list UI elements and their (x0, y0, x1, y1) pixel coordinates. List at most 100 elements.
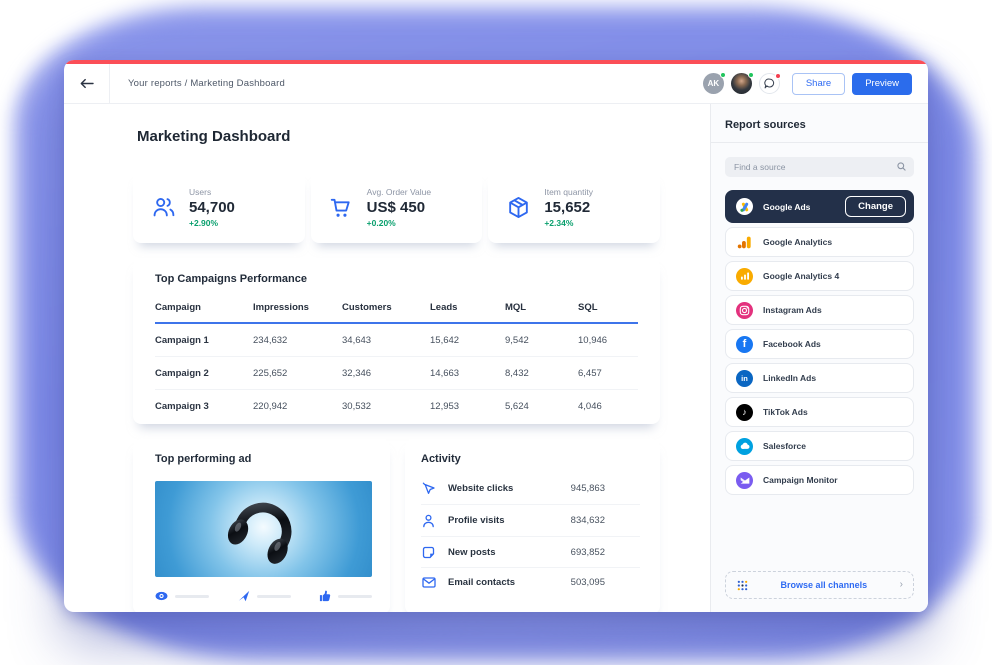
activity-label: New posts (448, 547, 496, 558)
views-metric[interactable] (155, 591, 209, 601)
cell-mql: 5,624 (505, 401, 578, 412)
campaigns-table-title: Top Campaigns Performance (155, 273, 638, 285)
source-salesforce[interactable]: Salesforce (725, 431, 914, 461)
activity-row[interactable]: Email contacts 503,095 (421, 568, 640, 596)
metric-bar (338, 595, 372, 598)
activity-label: Email contacts (448, 577, 515, 588)
search-input[interactable] (725, 157, 914, 177)
clicks-metric[interactable] (238, 590, 291, 602)
facebook-icon: f (736, 336, 753, 353)
app-window: Your reports / Marketing Dashboard AK Sh… (64, 60, 928, 612)
metric-bar (175, 595, 209, 598)
column-header[interactable]: SQL (578, 302, 638, 313)
chevron-right-icon: › (900, 580, 903, 590)
browse-all-channels-button[interactable]: Browse all channels › (725, 571, 914, 599)
stat-value: 54,700 (189, 199, 235, 216)
source-google-ads[interactable]: Google Ads Change (725, 190, 914, 223)
source-label: Google Analytics (763, 237, 832, 247)
table-row[interactable]: Campaign 3 220,942 30,532 12,953 5,624 4… (155, 390, 638, 422)
stat-card-item-quantity[interactable]: Item quantity 15,652 +2.34% (488, 171, 660, 243)
page-title: Marketing Dashboard (137, 128, 660, 145)
source-tiktok-ads[interactable]: ♪ TikTok Ads (725, 397, 914, 427)
activity-row[interactable]: Profile visits 834,632 (421, 505, 640, 537)
activity-value: 945,863 (571, 483, 605, 494)
sidebar-spacer (725, 495, 914, 571)
avatar-ak[interactable]: AK (703, 73, 724, 94)
person-icon (421, 514, 436, 528)
activity-row[interactable]: Website clicks 945,863 (421, 473, 640, 505)
source-instagram-ads[interactable]: Instagram Ads (725, 295, 914, 325)
column-header[interactable]: Campaign (155, 302, 253, 313)
notification-dot (775, 73, 781, 79)
source-campaign-monitor[interactable]: Campaign Monitor (725, 465, 914, 495)
cell-campaign: Campaign 3 (155, 401, 253, 412)
stat-change: +0.20% (367, 218, 431, 228)
source-label: Instagram Ads (763, 305, 822, 315)
activity-label: Website clicks (448, 483, 513, 494)
change-source-button[interactable]: Change (845, 196, 906, 217)
campaign-monitor-icon (736, 472, 753, 489)
source-label: TikTok Ads (763, 407, 808, 417)
table-row[interactable]: Campaign 1 234,632 34,643 15,642 9,542 1… (155, 324, 638, 357)
send-icon (238, 590, 250, 602)
comments-button[interactable] (759, 73, 780, 94)
cell-campaign: Campaign 2 (155, 368, 253, 379)
apps-grid-icon (737, 580, 748, 591)
cell-sql: 4,046 (578, 401, 638, 412)
source-label: Google Ads (763, 202, 810, 212)
report-canvas: Marketing Dashboard (64, 104, 710, 612)
source-facebook-ads[interactable]: f Facebook Ads (725, 329, 914, 359)
cell-sql: 6,457 (578, 368, 638, 379)
top-bar: Your reports / Marketing Dashboard AK Sh… (64, 64, 928, 104)
cell-mql: 8,432 (505, 368, 578, 379)
online-status-dot (720, 72, 726, 78)
cell-sql: 10,946 (578, 335, 638, 346)
cursor-icon (421, 482, 436, 496)
source-label: Facebook Ads (763, 339, 821, 349)
arrow-left-icon (80, 78, 94, 89)
cell-leads: 15,642 (430, 335, 505, 346)
browse-label: Browse all channels (748, 580, 900, 590)
google-analytics-icon (736, 234, 753, 251)
activity-label: Profile visits (448, 515, 505, 526)
share-button[interactable]: Share (792, 73, 845, 95)
headphones-illustration (205, 481, 323, 577)
sidebar-title: Report sources (711, 116, 928, 143)
ad-metrics-row (155, 590, 372, 602)
stat-card-order-value[interactable]: Avg. Order Value US$ 450 +0.20% (311, 171, 483, 243)
source-label: Salesforce (763, 441, 806, 451)
activity-value: 834,632 (571, 515, 605, 526)
stat-card-users[interactable]: Users 54,700 +2.90% (133, 171, 305, 243)
stat-label: Avg. Order Value (367, 187, 431, 197)
source-linkedin-ads[interactable]: in LinkedIn Ads (725, 363, 914, 393)
table-row[interactable]: Campaign 2 225,652 32,346 14,663 8,432 6… (155, 357, 638, 390)
preview-button[interactable]: Preview (852, 73, 912, 95)
column-header[interactable]: Customers (342, 302, 430, 313)
stat-value: 15,652 (544, 199, 593, 216)
column-header[interactable]: MQL (505, 302, 578, 313)
column-header[interactable]: Impressions (253, 302, 342, 313)
cell-impressions: 220,942 (253, 401, 342, 412)
source-label: LinkedIn Ads (763, 373, 816, 383)
back-button[interactable] (64, 64, 110, 103)
cell-leads: 12,953 (430, 401, 505, 412)
activity-row[interactable]: New posts 693,852 (421, 537, 640, 568)
likes-metric[interactable] (319, 590, 372, 602)
campaigns-table-card: Top Campaigns Performance Campaign Impre… (133, 258, 660, 424)
activity-title: Activity (421, 453, 640, 465)
google-analytics-4-icon (736, 268, 753, 285)
header-actions: AK Share Preview (703, 73, 928, 95)
cell-customers: 34,643 (342, 335, 430, 346)
breadcrumb: Your reports / Marketing Dashboard (128, 78, 285, 89)
source-google-analytics[interactable]: Google Analytics (725, 227, 914, 257)
cell-campaign: Campaign 1 (155, 335, 253, 346)
source-google-analytics-4[interactable]: Google Analytics 4 (725, 261, 914, 291)
avatar-photo[interactable] (731, 73, 752, 94)
activity-value: 693,852 (571, 547, 605, 558)
package-icon (506, 195, 531, 220)
stat-change: +2.90% (189, 218, 235, 228)
note-icon (421, 546, 436, 559)
metric-bar (257, 595, 291, 598)
ad-image-headphones[interactable] (155, 481, 372, 577)
column-header[interactable]: Leads (430, 302, 505, 313)
